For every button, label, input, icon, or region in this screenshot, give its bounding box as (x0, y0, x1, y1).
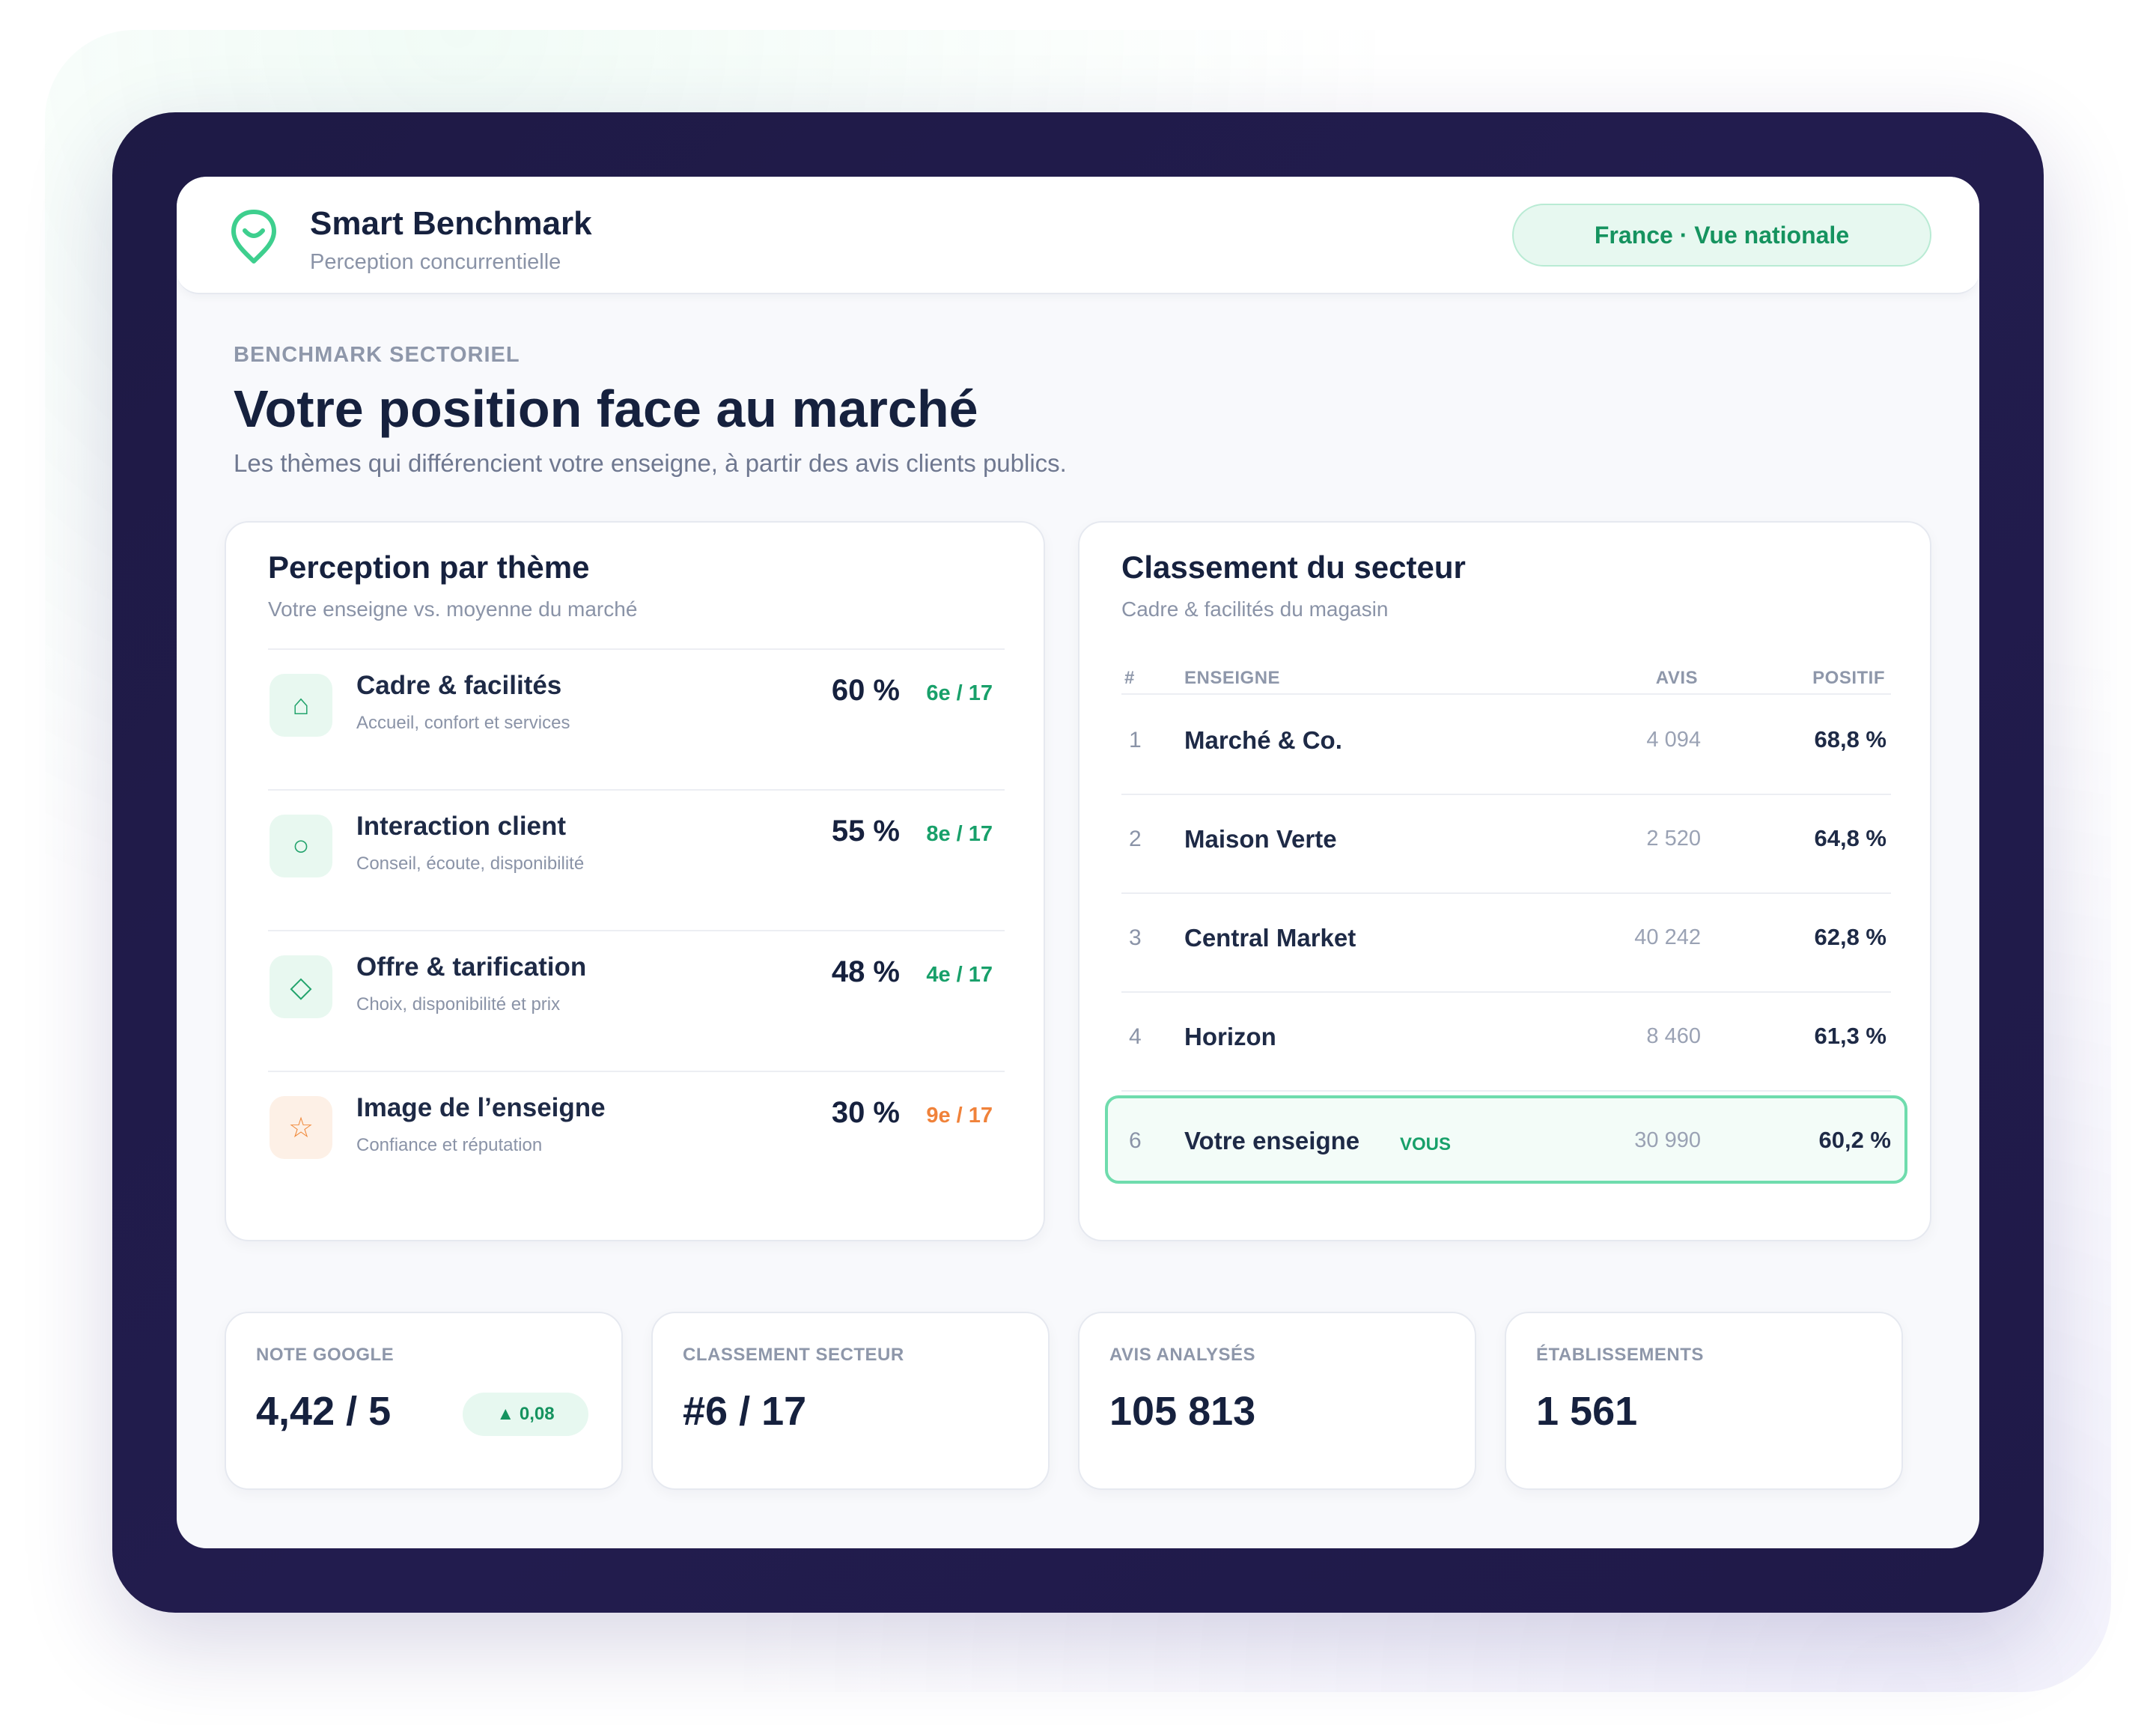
theme-rank: 9e / 17 (926, 1104, 993, 1128)
table-row[interactable]: 3 Central Market 40 242 62,8 % (1121, 892, 1891, 993)
row-rank: 3 (1129, 925, 1142, 950)
stat-card-establishments: ÉTABLISSEMENTS 1 561 (1505, 1312, 1903, 1490)
row-reviews: 2 520 (1646, 827, 1701, 851)
theme-perception-card: Perception par thème Votre enseigne vs. … (225, 521, 1045, 1241)
stat-card-sector-rank: CLASSEMENT SECTEUR #6 / 17 (651, 1312, 1050, 1490)
card-subtitle: Votre enseigne vs. moyenne du marché (268, 597, 638, 621)
card-subtitle: Cadre & facilités du magasin (1121, 597, 1389, 621)
row-reviews: 40 242 (1634, 925, 1701, 949)
row-reviews: 8 460 (1646, 1024, 1701, 1048)
column-header-positive[interactable]: POSITIF (1812, 668, 1885, 689)
row-positive: 61,3 % (1814, 1023, 1886, 1049)
diamond-icon: ◇ (270, 955, 332, 1018)
theme-percentage: 30 % (831, 1096, 900, 1129)
row-rank: 1 (1129, 728, 1142, 752)
row-positive: 68,8 % (1814, 726, 1886, 752)
stat-value: #6 / 17 (683, 1389, 807, 1434)
row-positive: 60,2 % (1818, 1127, 1891, 1153)
card-title: Perception par thème (268, 550, 590, 585)
row-positive: 62,8 % (1814, 924, 1886, 950)
star-icon: ☆ (270, 1096, 332, 1159)
row-name: Horizon (1184, 1023, 1276, 1050)
stat-label: ÉTABLISSEMENTS (1536, 1345, 1704, 1365)
app-screen: Smart Benchmark Perception concurrentiel… (177, 177, 1979, 1548)
row-name: Maison Verte (1184, 825, 1337, 853)
app-subtitle: Perception concurrentielle (310, 250, 561, 274)
table-row-current-brand[interactable]: 6 Votre enseigne VOUS 30 990 60,2 % (1105, 1095, 1907, 1184)
top-bar: Smart Benchmark Perception concurrentiel… (177, 177, 1979, 294)
theme-row[interactable]: ◇ Offre & tarification Choix, disponibil… (268, 930, 1005, 1072)
theme-rank: 6e / 17 (926, 681, 993, 705)
page-subtitle: Les thèmes qui différencient votre ensei… (234, 449, 1067, 477)
theme-percentage: 48 % (831, 955, 900, 988)
row-positive: 64,8 % (1814, 825, 1886, 851)
stat-value: 105 813 (1109, 1389, 1256, 1434)
column-header-rank[interactable]: # (1124, 668, 1135, 689)
you-badge: VOUS (1400, 1134, 1452, 1154)
row-name: Central Market (1184, 924, 1356, 952)
stat-label: NOTE GOOGLE (256, 1345, 395, 1365)
theme-percentage: 55 % (831, 815, 900, 848)
app-title: Smart Benchmark (310, 205, 592, 242)
theme-description: Accueil, confort et services (356, 713, 570, 733)
page-title: Votre position face au marché (234, 380, 978, 438)
theme-rank: 4e / 17 (926, 963, 993, 987)
row-rank: 6 (1129, 1128, 1142, 1153)
theme-percentage: 60 % (831, 674, 900, 707)
row-rank: 4 (1129, 1024, 1142, 1049)
theme-row[interactable]: ⌂ Cadre & facilités Accueil, confort et … (268, 648, 1005, 791)
location-pin-icon (231, 210, 276, 264)
theme-description: Choix, disponibilité et prix (356, 994, 561, 1014)
theme-rank: 8e / 17 (926, 822, 993, 846)
stat-value: 1 561 (1536, 1389, 1638, 1434)
page-eyebrow: BENCHMARK SECTORIEL (234, 343, 520, 367)
circle-icon: ○ (270, 815, 332, 877)
column-header-name[interactable]: ENSEIGNE (1184, 668, 1280, 689)
theme-description: Conseil, écoute, disponibilité (356, 854, 585, 874)
theme-description: Confiance et réputation (356, 1135, 543, 1155)
region-selector-button[interactable]: France · Vue nationale (1512, 204, 1931, 267)
stat-label: CLASSEMENT SECTEUR (683, 1345, 904, 1365)
row-rank: 2 (1129, 827, 1142, 851)
theme-name: Cadre & facilités (356, 671, 562, 700)
row-reviews: 30 990 (1634, 1128, 1701, 1152)
stat-card-google-rating: NOTE GOOGLE 4,42 / 5 ▲ 0,08 (225, 1312, 623, 1490)
table-row[interactable]: 4 Horizon 8 460 61,3 % (1121, 991, 1891, 1092)
row-name: Votre enseigne (1184, 1127, 1360, 1154)
column-header-reviews[interactable]: AVIS (1656, 668, 1698, 689)
theme-name: Offre & tarification (356, 952, 587, 982)
stat-card-reviews-analyzed: AVIS ANALYSÉS 105 813 (1078, 1312, 1476, 1490)
theme-name: Interaction client (356, 812, 567, 841)
theme-row[interactable]: ○ Interaction client Conseil, écoute, di… (268, 789, 1005, 931)
row-reviews: 4 094 (1646, 728, 1701, 752)
card-title: Classement du secteur (1121, 550, 1466, 585)
home-icon: ⌂ (270, 674, 332, 737)
delta-badge: ▲ 0,08 (463, 1393, 588, 1436)
stat-label: AVIS ANALYSÉS (1109, 1345, 1255, 1365)
row-name: Marché & Co. (1184, 726, 1342, 754)
theme-name: Image de l’enseigne (356, 1093, 606, 1122)
device-frame: Smart Benchmark Perception concurrentiel… (112, 112, 2044, 1613)
table-row[interactable]: 1 Marché & Co. 4 094 68,8 % (1121, 695, 1891, 795)
sector-ranking-card: Classement du secteur Cadre & facilités … (1078, 521, 1931, 1241)
stat-value: 4,42 / 5 (256, 1389, 392, 1434)
theme-row[interactable]: ☆ Image de l’enseigne Confiance et réput… (268, 1071, 1005, 1213)
table-row[interactable]: 2 Maison Verte 2 520 64,8 % (1121, 794, 1891, 894)
